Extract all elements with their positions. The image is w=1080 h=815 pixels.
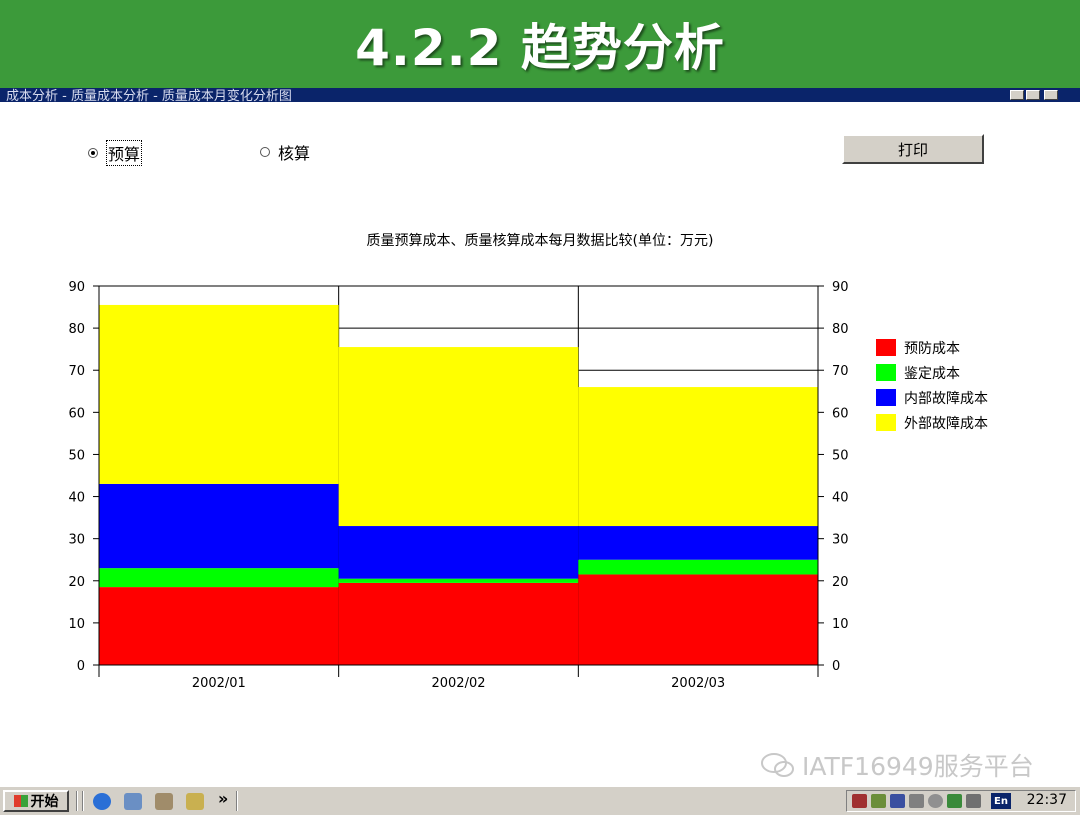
taskbar-separator [236,791,238,811]
legend-item-external-failure: 外部故障成本 [876,410,988,435]
bar-segment [99,568,339,588]
tray-play-icon[interactable] [947,794,962,808]
bar-segment [338,578,579,583]
tray-app-icon[interactable] [871,794,886,808]
y-tick-label-right: 50 [832,448,849,463]
legend-item-appraisal: 鉴定成本 [876,360,988,385]
bar-segment [338,347,579,527]
y-tick-label-right: 90 [832,280,849,295]
bar-segment [99,483,339,569]
watermark-text: IATF16949服务平台 [802,752,1034,781]
x-tick-label: 2002/03 [671,676,725,691]
y-tick-label-right: 10 [832,617,849,632]
y-tick-label-left: 0 [77,659,85,674]
y-tick-label-right: 40 [832,491,849,506]
legend-swatch-internal-failure [876,389,896,406]
y-tick-label-right: 80 [832,322,849,337]
y-tick-label-left: 60 [68,406,85,421]
quicklaunch-overflow[interactable]: » [218,789,228,808]
legend-swatch-external-failure [876,414,896,431]
y-tick-label-right: 60 [832,406,849,421]
y-tick-label-left: 80 [68,322,85,337]
tray-misc-icon[interactable] [966,794,981,808]
volume-icon[interactable] [909,794,924,808]
legend-item-prevention: 预防成本 [876,335,988,360]
legend-swatch-prevention [876,339,896,356]
legend-label-internal-failure: 内部故障成本 [904,390,988,407]
bar-segment [578,574,818,665]
show-desktop-icon[interactable] [124,793,142,810]
y-tick-label-right: 30 [832,533,849,548]
start-label: 开始 [30,794,59,810]
y-tick-label-left: 10 [68,617,85,632]
clock: 22:37 [1026,792,1067,808]
internet-explorer-icon[interactable] [93,793,111,810]
x-tick-label: 2002/02 [431,676,485,691]
legend-label-prevention: 预防成本 [904,340,960,357]
y-tick-label-right: 70 [832,364,849,379]
legend-item-internal-failure: 内部故障成本 [876,385,988,410]
bar-segment [578,559,818,575]
y-tick-label-left: 50 [68,448,85,463]
windows-logo-icon [13,795,28,807]
taskbar-separator [82,791,84,811]
y-tick-label-left: 90 [68,280,85,295]
bar-segment [578,387,818,527]
tray-monitor-icon[interactable] [890,794,905,808]
bar-segment [99,304,339,484]
wechat-icon [761,753,794,777]
y-tick-label-left: 70 [68,364,85,379]
legend-label-appraisal: 鉴定成本 [904,365,960,382]
y-tick-label-right: 0 [832,659,840,674]
x-tick-label: 2002/01 [192,676,246,691]
edit-icon[interactable] [186,793,204,810]
watermark: IATF16949服务平台 [760,747,1034,783]
bar-segment [338,582,579,665]
tray-network-icon[interactable] [852,794,867,808]
legend-label-external-failure: 外部故障成本 [904,415,988,432]
bar-segment [578,526,818,560]
y-tick-label-right: 20 [832,575,849,590]
outlook-icon[interactable] [155,793,173,810]
bar-segment [99,587,339,665]
ime-indicator[interactable]: En [991,793,1011,809]
taskbar-separator [76,791,78,811]
y-tick-label-left: 40 [68,491,85,506]
y-tick-label-left: 30 [68,533,85,548]
system-tray: En 22:37 [846,790,1076,812]
y-tick-label-left: 20 [68,575,85,590]
chart-legend: 预防成本 鉴定成本 内部故障成本 外部故障成本 [876,335,988,435]
search-icon[interactable] [928,794,943,808]
legend-swatch-appraisal [876,364,896,381]
start-button[interactable]: 开始 [3,790,69,812]
taskbar: 开始 » En 22:37 [0,785,1080,815]
bar-segment [338,526,579,579]
